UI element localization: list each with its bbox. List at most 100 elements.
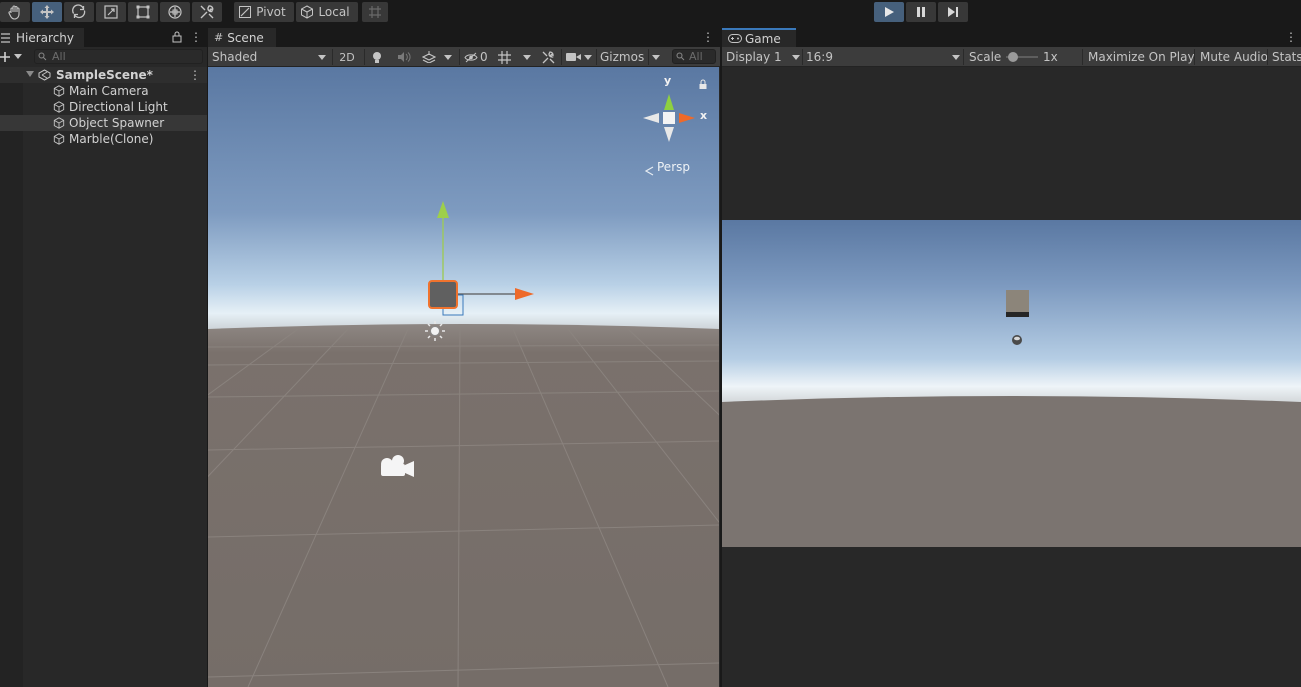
gameobject-cube-icon [53,117,65,129]
scene-search-input[interactable]: All [672,49,716,64]
local-cube-icon [301,5,314,19]
move-icon [40,5,54,19]
gamepad-icon [728,34,742,43]
light-gizmo [425,321,445,341]
hierarchy-search-placeholder: All [52,50,66,63]
grid-snap-icon [369,6,381,18]
effects-dropdown[interactable] [422,47,452,67]
hierarchy-item-main-camera[interactable]: Main Camera [0,83,207,99]
hierarchy-item-object-spawner[interactable]: Object Spawner [0,115,207,131]
game-toolbar: Display 1 16:9 Scale 1x Maximize On Play… [722,47,1301,67]
pause-button[interactable] [906,2,936,22]
speaker-icon [398,52,411,62]
hierarchy-item-label: Directional Light [69,100,168,114]
wrench-icon [200,5,214,19]
audio-toggle[interactable] [397,47,411,67]
dropdown-arrow-icon [952,55,960,60]
hierarchy-item-directional-light[interactable]: Directional Light [0,99,207,115]
hierarchy-tabbar: Hierarchy ⋮ [0,28,207,47]
scene-menu-button[interactable]: ⋮ [189,68,201,82]
scale-slider[interactable] [1006,47,1038,67]
tab-hierarchy[interactable]: Hierarchy [0,28,84,47]
dropdown-arrow-icon [523,54,531,60]
game-render [722,220,1301,547]
gizmo-y-label: y [664,74,672,87]
pivot-toggle[interactable]: Pivot [234,2,294,22]
local-toggle[interactable]: Local [296,2,358,22]
maximize-on-play-toggle[interactable]: Maximize On Play [1088,47,1195,67]
persp-label[interactable]: Persp [657,160,690,174]
display-dropdown[interactable]: Display 1 [726,47,800,67]
game-viewport[interactable] [722,220,1301,547]
hierarchy-tab-label: Hierarchy [16,30,75,45]
stats-toggle[interactable]: Stats [1272,47,1301,67]
hidden-objects-toggle[interactable]: 0 [464,47,488,67]
toggle-2d-button[interactable]: 2D [334,47,360,67]
hand-tool-button[interactable] [0,2,30,22]
dropdown-arrow-icon [652,54,660,60]
create-button[interactable] [0,47,22,67]
custom-tool-button[interactable] [192,2,222,22]
wrench-icon [542,50,555,63]
game-tab-label: Game [745,31,781,46]
hierarchy-search-input[interactable]: All [34,49,203,64]
gizmos-label: Gizmos [600,50,645,64]
hand-icon [8,5,20,20]
play-icon [885,7,894,17]
scene-menu-button[interactable]: ⋮ [702,30,714,44]
lock-icon[interactable] [172,31,182,43]
lighting-toggle[interactable] [371,47,383,67]
hierarchy-item-label: Object Spawner [69,116,165,130]
transform-icon [168,5,182,19]
tab-game[interactable]: Game [722,28,796,47]
mute-audio-toggle[interactable]: Mute Audio [1200,47,1268,67]
scene-search-placeholder: All [689,50,703,63]
play-button[interactable] [874,2,904,22]
hierarchy-menu-button[interactable]: ⋮ [190,30,202,44]
hierarchy-toolbar: All [0,47,207,67]
aspect-label: 16:9 [806,50,833,64]
game-menu-button[interactable]: ⋮ [1285,30,1297,44]
rotate-tool-button[interactable] [64,2,94,22]
plus-icon [0,52,10,62]
scene-row[interactable]: SampleScene* ⋮ [0,67,207,83]
aspect-dropdown[interactable]: 16:9 [806,47,960,67]
main-toolbar: Pivot Local [0,0,1301,26]
pivot-label: Pivot [256,5,286,19]
step-icon [948,7,958,17]
shading-mode-label: Shaded [212,50,258,64]
camera-settings-dropdown[interactable] [566,47,592,67]
hierarchy-item-label: Main Camera [69,84,149,98]
gizmo-x-label: x [700,109,708,122]
game-tabbar: Game ⋮ [722,28,1301,47]
gizmos-dropdown[interactable] [652,47,660,67]
dropdown-arrow-icon [14,54,22,59]
hierarchy-item-label: Marble(Clone) [69,132,154,146]
scene-viewport[interactable]: y x Persp [208,67,719,687]
move-tool-button[interactable] [32,2,62,22]
scene-tools-button[interactable] [542,47,555,67]
hidden-count: 0 [480,50,488,64]
video-camera-icon [566,53,581,61]
gizmos-button[interactable]: Gizmos [600,47,644,67]
scale-slider-handle[interactable] [1008,52,1018,62]
layers-icon [422,51,436,63]
expand-arrow-icon[interactable] [26,71,34,78]
pivot-icon [239,6,252,18]
tab-scene[interactable]: # Scene [208,28,276,47]
eye-slash-icon [464,52,478,62]
scale-tool-button[interactable] [96,2,126,22]
rect-tool-button[interactable] [128,2,158,22]
step-button[interactable] [938,2,968,22]
transform-tool-button[interactable] [160,2,190,22]
pause-icon [917,7,925,17]
scene-hash-icon: # [214,31,224,44]
shading-mode-dropdown[interactable]: Shaded [212,47,326,67]
gameobject-cube-icon [53,85,65,97]
rotate-icon [72,4,86,19]
display-label: Display 1 [726,50,782,64]
unity-scene-icon [38,69,51,81]
grid-visibility-dropdown[interactable] [498,47,531,67]
hierarchy-item-marble-clone[interactable]: Marble(Clone) [0,131,207,147]
grid-snap-button[interactable] [362,2,388,22]
